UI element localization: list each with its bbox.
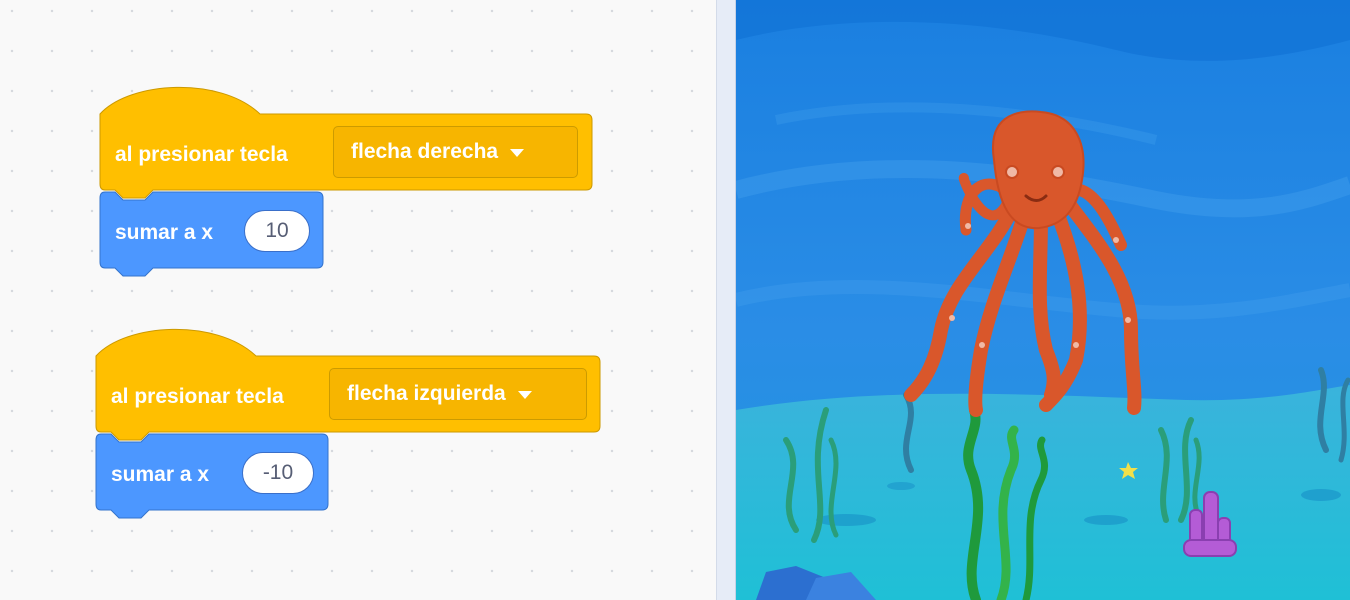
code-area[interactable]: al presionar tecla flecha derecha sumar … xyxy=(0,0,716,600)
key-dropdown-value: flecha derecha xyxy=(351,140,499,163)
key-dropdown[interactable]: flecha derecha xyxy=(333,126,578,178)
motion-block-label: sumar a x xyxy=(115,221,214,244)
key-dropdown[interactable]: flecha izquierda xyxy=(329,368,587,420)
dropdown-caret-icon xyxy=(510,149,525,157)
script-block-shapes xyxy=(95,328,601,519)
hat-block-label: al presionar tecla xyxy=(115,143,288,166)
change-x-input[interactable]: 10 xyxy=(244,210,310,252)
panel-divider[interactable] xyxy=(716,0,736,600)
change-x-input[interactable]: -10 xyxy=(242,452,314,494)
underwater-backdrop xyxy=(736,0,1350,600)
motion-block-label: sumar a x xyxy=(111,463,210,486)
hat-block-label: al presionar tecla xyxy=(111,385,284,408)
stage[interactable] xyxy=(736,0,1350,600)
script-flecha-izquierda[interactable]: al presionar tecla flecha izquierda suma… xyxy=(95,328,616,528)
script-block-shapes xyxy=(99,86,593,277)
dropdown-caret-icon xyxy=(517,391,532,399)
key-dropdown-value: flecha izquierda xyxy=(347,382,506,405)
script-flecha-derecha[interactable]: al presionar tecla flecha derecha sumar … xyxy=(99,86,620,286)
